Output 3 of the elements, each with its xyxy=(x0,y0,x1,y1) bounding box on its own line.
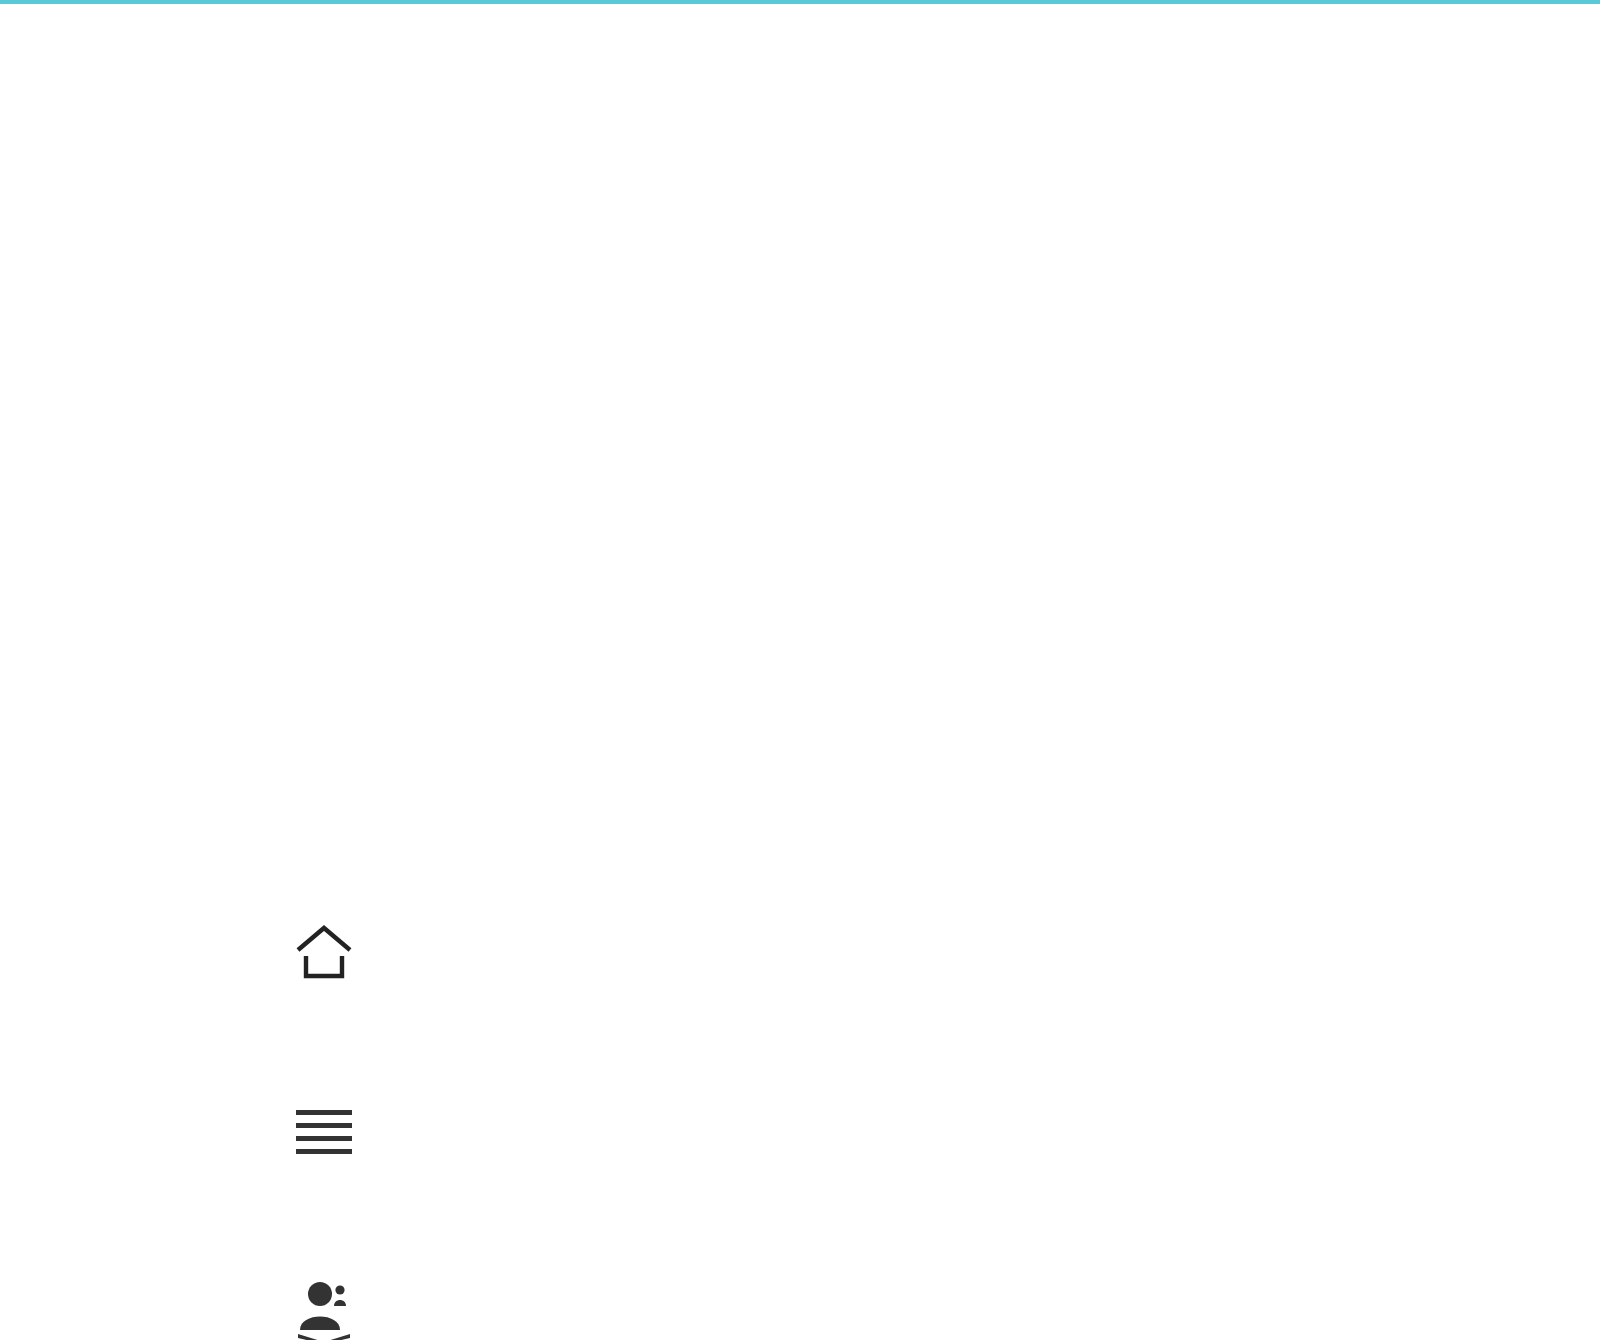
contacts-icon[interactable] xyxy=(296,1280,352,1340)
home-icon[interactable] xyxy=(294,924,354,980)
menu-icon[interactable] xyxy=(296,1108,352,1156)
